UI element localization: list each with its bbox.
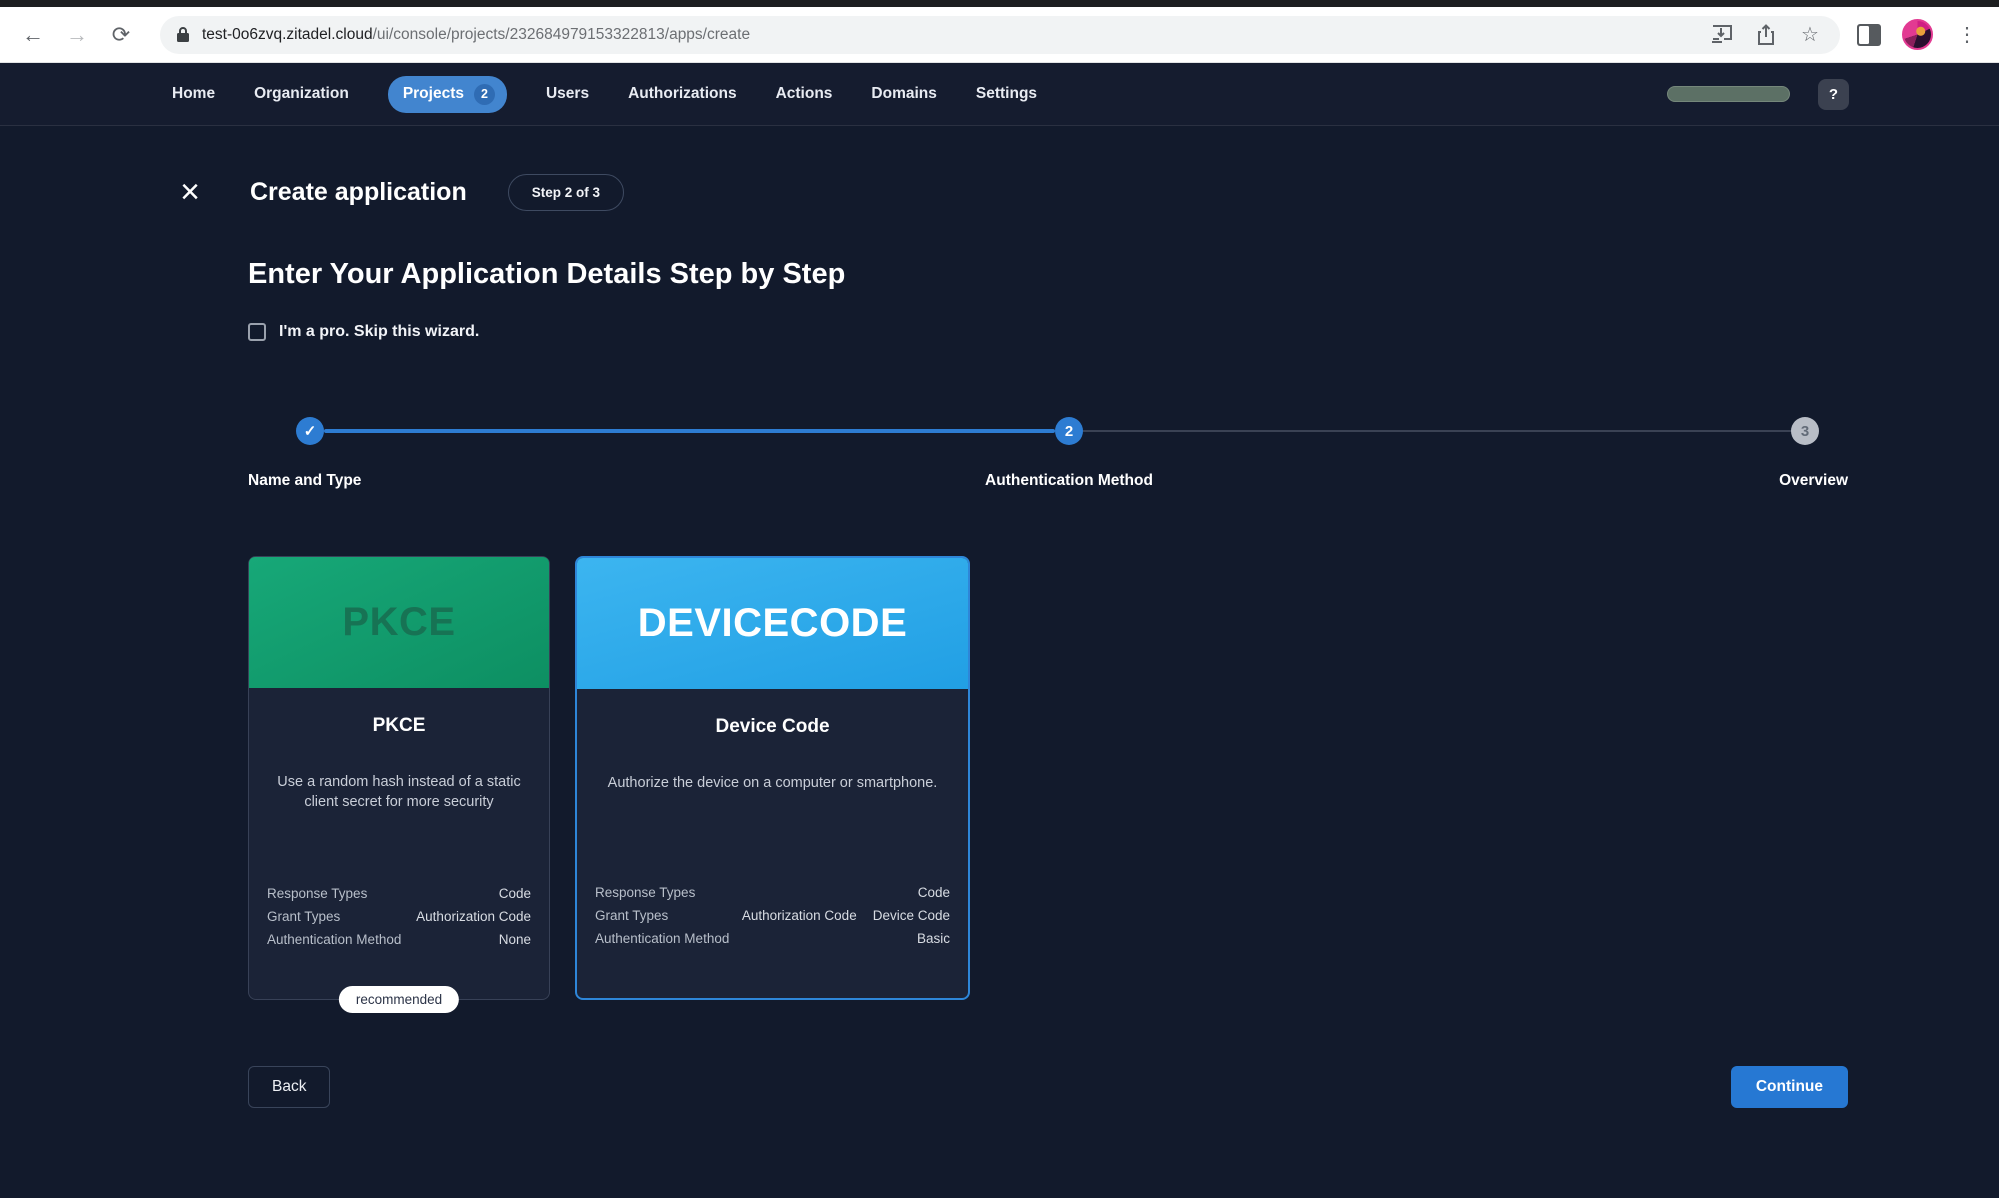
profile-avatar[interactable]: [1902, 19, 1933, 50]
wizard-header: × Create application Step 2 of 3: [178, 170, 1999, 214]
detail-value: Basic: [917, 927, 950, 950]
help-button[interactable]: ?: [1818, 79, 1849, 110]
step-1-label: Name and Type: [248, 472, 361, 490]
detail-row: Grant Types Authorization Code: [267, 905, 531, 928]
detail-label: Grant Types: [267, 905, 340, 928]
back-icon[interactable]: ←: [16, 18, 50, 52]
nav-item-authorizations[interactable]: Authorizations: [628, 77, 737, 111]
card-pkce-banner: PKCE: [249, 557, 549, 688]
nav-item-projects-label: Projects: [403, 85, 464, 103]
nav-item-projects[interactable]: Projects 2: [388, 76, 507, 113]
detail-row: Grant Types Authorization Code Device Cod…: [595, 904, 950, 927]
card-pkce[interactable]: PKCE PKCE Use a random hash instead of a…: [248, 556, 550, 1000]
browser-tab-strip: [0, 0, 1999, 7]
step-3-circle[interactable]: 3: [1791, 417, 1819, 445]
bookmark-star-icon[interactable]: ☆: [1796, 21, 1824, 49]
card-pkce-title: PKCE: [249, 715, 549, 737]
step-1-circle-check-icon[interactable]: ✓: [296, 417, 324, 445]
wizard-main: Enter Your Application Details Step by S…: [248, 214, 1848, 1108]
detail-row: Response Types Code: [267, 882, 531, 905]
browser-actions: ⋮: [1856, 19, 1981, 50]
side-panel-icon[interactable]: [1856, 23, 1882, 47]
address-bar[interactable]: test-0o6zvq.zitadel.cloud/ui/console/pro…: [160, 16, 1840, 54]
detail-value: Authorization Code: [416, 905, 531, 928]
stepper-line-done: [324, 429, 1055, 433]
browser-toolbar: ← → ⟳ test-0o6zvq.zitadel.cloud/ui/conso…: [0, 7, 1999, 63]
back-button[interactable]: Back: [248, 1066, 330, 1108]
stepper: ✓ 2 3: [248, 417, 1848, 445]
nav-item-domains[interactable]: Domains: [871, 77, 936, 111]
forward-icon[interactable]: →: [60, 18, 94, 52]
browser-menu-icon[interactable]: ⋮: [1953, 22, 1981, 47]
nav-item-users[interactable]: Users: [546, 77, 589, 111]
detail-value: Authorization Code: [742, 904, 857, 927]
detail-row: Authentication Method None: [267, 928, 531, 951]
card-devicecode-banner: DEVICECODE: [577, 558, 968, 689]
detail-label: Authentication Method: [267, 928, 401, 951]
detail-value: Code: [918, 881, 950, 904]
org-skeleton-loader: [1667, 86, 1790, 102]
detail-label: Response Types: [595, 881, 695, 904]
stepper-line-upcoming: [1083, 430, 1791, 432]
card-devicecode-title: Device Code: [577, 716, 968, 738]
step-3-label: Overview: [1779, 472, 1848, 490]
skip-wizard-checkbox[interactable]: [248, 323, 266, 341]
page-title: Create application: [250, 178, 467, 207]
install-icon[interactable]: [1708, 21, 1736, 49]
step-indicator-badge: Step 2 of 3: [508, 174, 624, 211]
console-nav: Home Organization Projects 2 Users Autho…: [0, 63, 1999, 126]
detail-label: Authentication Method: [595, 927, 729, 950]
recommended-badge: recommended: [339, 986, 459, 1013]
nav-item-organization[interactable]: Organization: [254, 77, 349, 111]
reload-icon[interactable]: ⟳: [104, 18, 138, 52]
skip-wizard-label: I'm a pro. Skip this wizard.: [279, 323, 479, 341]
url-text: test-0o6zvq.zitadel.cloud/ui/console/pro…: [202, 26, 1692, 44]
wizard-actions: Back Continue: [248, 1066, 1848, 1108]
stepper-labels: Name and Type Authentication Method Over…: [248, 472, 1848, 492]
nav-item-actions[interactable]: Actions: [776, 77, 833, 111]
detail-row: Authentication Method Basic: [595, 927, 950, 950]
screen: ← → ⟳ test-0o6zvq.zitadel.cloud/ui/conso…: [0, 0, 1999, 1198]
detail-row: Response Types Code: [595, 881, 950, 904]
step-2-circle[interactable]: 2: [1055, 417, 1083, 445]
auth-method-cards: PKCE PKCE Use a random hash instead of a…: [248, 556, 1848, 1000]
card-pkce-description: Use a random hash instead of a static cl…: [249, 773, 549, 812]
card-devicecode-details: Response Types Code Grant Types Authoriz…: [577, 881, 968, 950]
nav-item-settings[interactable]: Settings: [976, 77, 1037, 111]
card-devicecode[interactable]: DEVICECODE Device Code Authorize the dev…: [575, 556, 970, 1000]
detail-label: Grant Types: [595, 904, 668, 927]
detail-value: Code: [499, 882, 531, 905]
share-icon[interactable]: [1752, 21, 1780, 49]
close-icon[interactable]: ×: [178, 181, 202, 203]
url-path: /ui/console/projects/232684979153322813/…: [373, 26, 750, 43]
detail-value: None: [499, 928, 531, 951]
wizard-heading: Enter Your Application Details Step by S…: [248, 258, 1848, 291]
detail-label: Response Types: [267, 882, 367, 905]
card-devicecode-description: Authorize the device on a computer or sm…: [577, 774, 968, 794]
url-host: test-0o6zvq.zitadel.cloud: [202, 26, 373, 43]
skip-wizard-row[interactable]: I'm a pro. Skip this wizard.: [248, 323, 1848, 341]
step-2-label: Authentication Method: [985, 472, 1153, 490]
card-pkce-details: Response Types Code Grant Types Authoriz…: [249, 882, 549, 951]
nav-item-home[interactable]: Home: [172, 77, 215, 111]
continue-button[interactable]: Continue: [1731, 1066, 1848, 1108]
projects-count-badge: 2: [474, 84, 495, 105]
detail-value: Device Code: [873, 904, 950, 927]
lock-icon: [176, 26, 190, 43]
